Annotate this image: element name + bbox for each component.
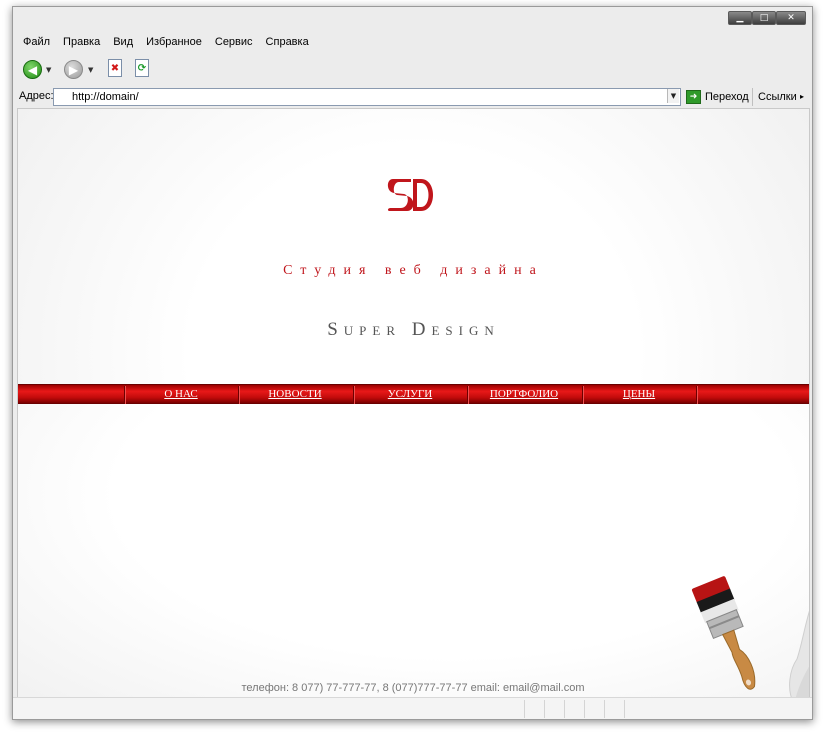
refresh-button[interactable]: ⟳ — [135, 59, 149, 77]
status-divider — [604, 700, 605, 718]
main-nav: О НАС НОВОСТИ УСЛУГИ ПОРТФОЛИО ЦЕНЫ — [18, 384, 809, 404]
navigation-toolbar: ◀ ▼ ▶ ▼ ✖ ⟳ — [13, 55, 812, 85]
minimize-button[interactable]: ▁ — [728, 11, 752, 25]
forward-icon: ▶ — [68, 62, 79, 77]
address-dropdown-icon[interactable]: ▼ — [667, 89, 679, 103]
window-controls: ▁ □ ✕ — [728, 11, 806, 25]
links-chevron-icon[interactable]: ▸ — [800, 92, 804, 101]
menu-view[interactable]: Вид — [113, 33, 133, 51]
tagline: Студия веб дизайна — [283, 263, 544, 278]
back-icon: ◀ — [27, 62, 38, 77]
stop-icon: ✖ — [110, 62, 120, 74]
menu-favorites[interactable]: Избранное — [146, 33, 202, 51]
page-viewport: SD Студия веб дизайна Super Design О НАС… — [17, 108, 810, 717]
refresh-icon: ⟳ — [137, 62, 147, 74]
address-label: Адрес: — [19, 90, 54, 102]
forward-button[interactable]: ▶ — [64, 60, 83, 79]
brand-name: Super Design — [327, 319, 500, 340]
status-divider — [584, 700, 585, 718]
contact-info: телефон: 8 077) 77-777-77, 8 (077)777-77… — [241, 682, 585, 694]
status-divider — [524, 700, 525, 718]
nav-link-prices[interactable]: ЦЕНЫ — [582, 388, 696, 400]
nav-divider — [696, 386, 697, 404]
nav-link-news[interactable]: НОВОСТИ — [238, 388, 352, 400]
menu-help[interactable]: Справка — [266, 33, 309, 51]
back-dropdown-icon[interactable]: ▼ — [46, 66, 51, 74]
maximize-button[interactable]: □ — [752, 11, 776, 25]
status-divider — [564, 700, 565, 718]
browser-window: ▁ □ ✕ Файл Правка Вид Избранное Сервис С… — [12, 6, 813, 720]
nav-link-about[interactable]: О НАС — [124, 388, 238, 400]
forward-dropdown-icon[interactable]: ▼ — [88, 66, 93, 74]
nav-link-services[interactable]: УСЛУГИ — [353, 388, 467, 400]
sd-logo[interactable]: SD — [387, 177, 437, 213]
menu-bar: Файл Правка Вид Избранное Сервис Справка — [13, 33, 322, 51]
go-arrow-icon[interactable]: ➜ — [686, 90, 701, 104]
nav-link-portfolio[interactable]: ПОРТФОЛИО — [467, 388, 581, 400]
stop-button[interactable]: ✖ — [108, 59, 122, 77]
menu-file[interactable]: Файл — [23, 33, 50, 51]
status-divider — [544, 700, 545, 718]
title-bar: ▁ □ ✕ — [13, 7, 812, 31]
address-input[interactable]: http://domain/ — [53, 88, 681, 106]
links-button[interactable]: Ссылки — [758, 91, 797, 103]
status-divider — [624, 700, 625, 718]
menu-edit[interactable]: Правка — [63, 33, 100, 51]
close-button[interactable]: ✕ — [776, 11, 806, 25]
back-button[interactable]: ◀ — [23, 60, 42, 79]
divider — [752, 88, 753, 106]
address-bar: Адрес: http://domain/ ▼ ➜ Переход Ссылки… — [13, 87, 812, 107]
go-button[interactable]: Переход — [705, 91, 749, 103]
menu-tools[interactable]: Сервис — [215, 33, 253, 51]
status-bar — [13, 697, 812, 719]
